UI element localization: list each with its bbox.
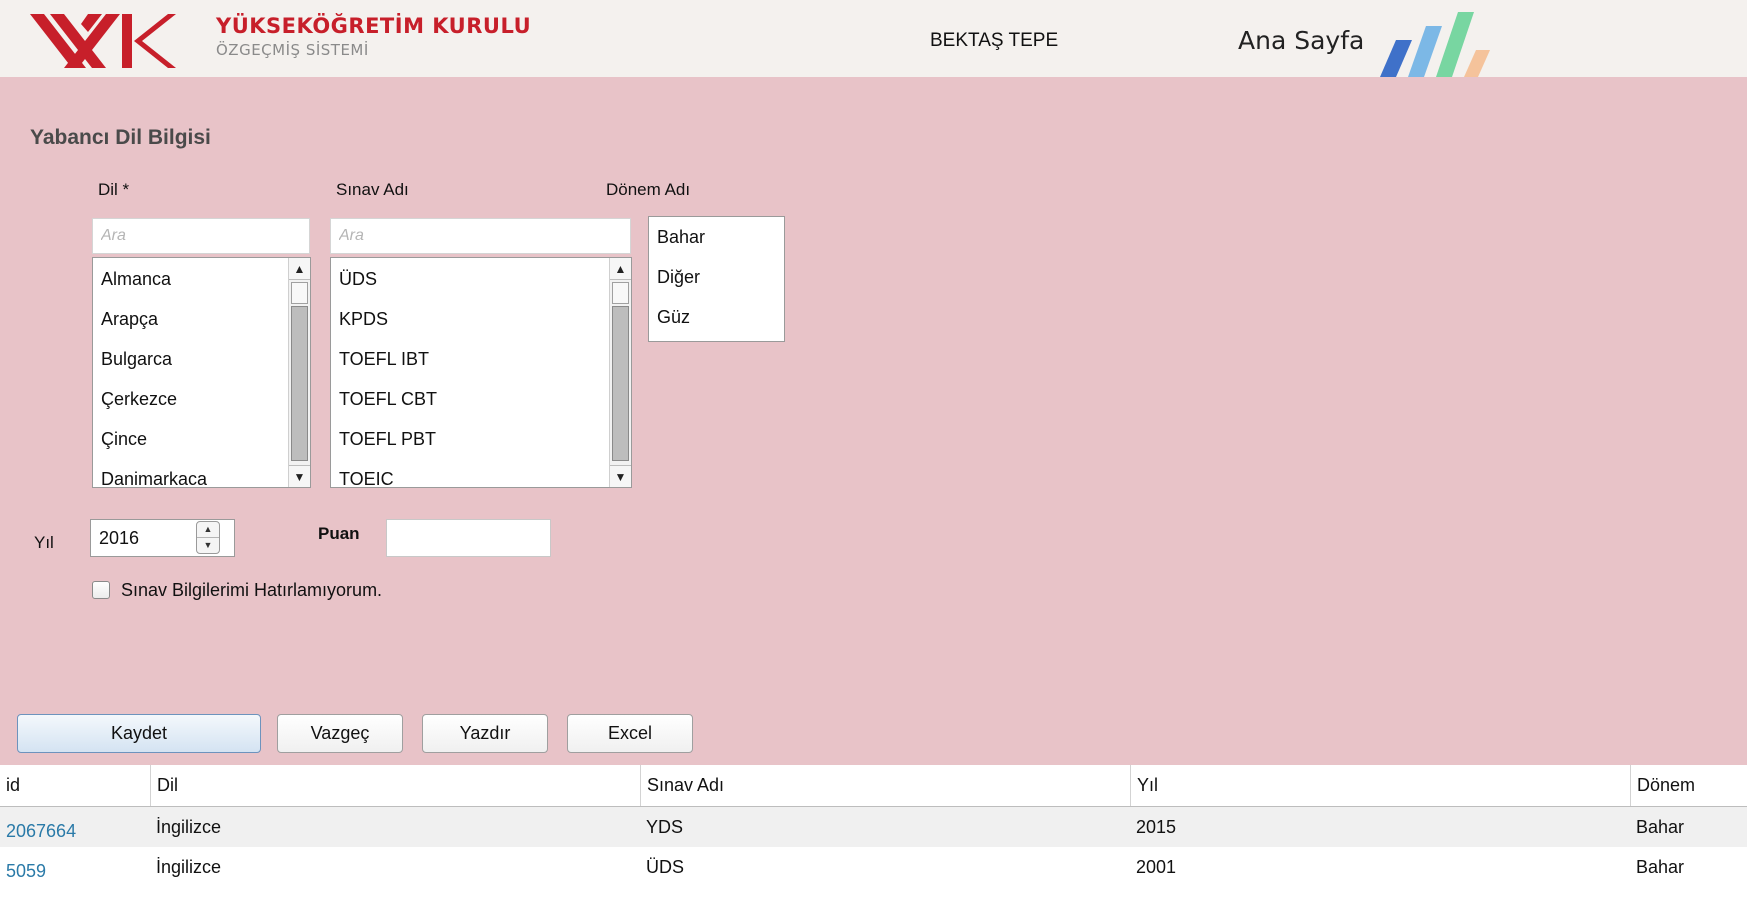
table-cell: Bahar [1636,817,1685,837]
sinav-option[interactable]: TOEFL CBT [331,379,631,419]
stepper-down-icon[interactable]: ▼ [197,538,219,553]
donem-option[interactable]: Güz [649,297,784,337]
column-header-donem[interactable]: Dönem [1630,765,1747,806]
excel-button[interactable]: Excel [567,714,693,753]
sinav-option[interactable]: KPDS [331,299,631,339]
dil-listbox[interactable]: Almanca Arapça Bulgarca Çerkezce Çince D… [92,257,311,488]
stepper-up-icon[interactable]: ▲ [197,522,219,538]
donem-option[interactable]: Diğer [649,257,784,297]
table-row[interactable]: 5059 İngilizce ÜDS 2001 Bahar [0,847,1747,887]
scroll-track[interactable] [612,282,629,304]
cancel-button[interactable]: Vazgeç [277,714,403,753]
table-cell: 2015 [1136,817,1177,837]
sinav-scrollbar[interactable]: ▲ ▼ [609,258,631,487]
table-cell: 2001 [1136,857,1177,877]
scroll-down-icon[interactable]: ▼ [289,465,310,487]
scroll-up-icon[interactable]: ▲ [610,258,631,280]
user-name[interactable]: BEKTAŞ TEPE [930,30,1058,52]
dil-label: Dil * [98,180,130,199]
column-header-yil[interactable]: Yıl [1130,765,1630,806]
sinav-search-input[interactable] [330,218,631,254]
sinav-option[interactable]: ÜDS [331,259,631,299]
record-id-link[interactable]: 5059 [6,861,46,881]
remember-checkbox-label[interactable]: Sınav Bilgilerimi Hatırlamıyorum. [121,580,382,601]
brand-stripes-icon [1380,12,1490,77]
puan-input[interactable] [386,519,551,557]
dil-option[interactable]: Bulgarca [93,339,310,379]
sinav-label: Sınav Adı [336,180,409,199]
remember-checkbox[interactable] [92,581,110,599]
dil-search-input[interactable] [92,218,310,254]
donem-option[interactable]: Bahar [649,217,784,257]
scroll-track[interactable] [291,282,308,304]
sinav-listbox[interactable]: ÜDS KPDS TOEFL IBT TOEFL CBT TOEFL PBT T… [330,257,632,488]
scroll-thumb[interactable] [291,306,308,461]
sinav-option[interactable]: TOEFL PBT [331,419,631,459]
scroll-down-icon[interactable]: ▼ [610,465,631,487]
dil-option[interactable]: Danimarkaca [93,459,310,487]
dil-option[interactable]: Almanca [93,259,310,299]
scroll-thumb[interactable] [612,306,629,461]
sinav-option[interactable]: TOEFL IBT [331,339,631,379]
table-cell: YDS [646,817,684,837]
dil-option[interactable]: Arapça [93,299,310,339]
puan-label: Puan [318,524,360,543]
donem-listbox[interactable]: Bahar Diğer Güz [648,216,785,342]
donem-label: Dönem Adı [606,180,691,199]
sinav-option[interactable]: TOEIC [331,459,631,487]
dil-option[interactable]: Çerkezce [93,379,310,419]
table-cell: İngilizce [156,817,222,837]
brand-title: YÜKSEKÖĞRETİM KURULU [216,14,532,38]
table-row[interactable]: 2067664 İngilizce YDS 2015 Bahar [0,807,1747,847]
table-cell: İngilizce [156,857,222,877]
scroll-up-icon[interactable]: ▲ [289,258,310,280]
print-button[interactable]: Yazdır [422,714,548,753]
home-link[interactable]: Ana Sayfa [1238,26,1364,55]
column-header-sinav[interactable]: Sınav Adı [640,765,1130,806]
column-header-dil[interactable]: Dil [150,765,640,806]
dil-option[interactable]: Çince [93,419,310,459]
yok-logo-icon[interactable] [30,8,176,74]
dil-scrollbar[interactable]: ▲ ▼ [288,258,310,487]
record-id-link[interactable]: 2067664 [6,821,76,841]
save-button[interactable]: Kaydet [17,714,261,753]
yil-label: Yıl [34,533,54,552]
table-cell: ÜDS [646,857,685,877]
section-title: Yabancı Dil Bilgisi [30,126,211,149]
top-header: YÜKSEKÖĞRETİM KURULU ÖZGEÇMİŞ SİSTEMİ BE… [0,0,1747,77]
table-header: id Dil Sınav Adı Yıl Dönem [0,765,1747,807]
yil-stepper[interactable]: ▲ ▼ [196,521,220,554]
brand-subtitle: ÖZGEÇMİŞ SİSTEMİ [216,41,369,59]
table-cell: Bahar [1636,857,1685,877]
column-header-id[interactable]: id [0,765,150,806]
